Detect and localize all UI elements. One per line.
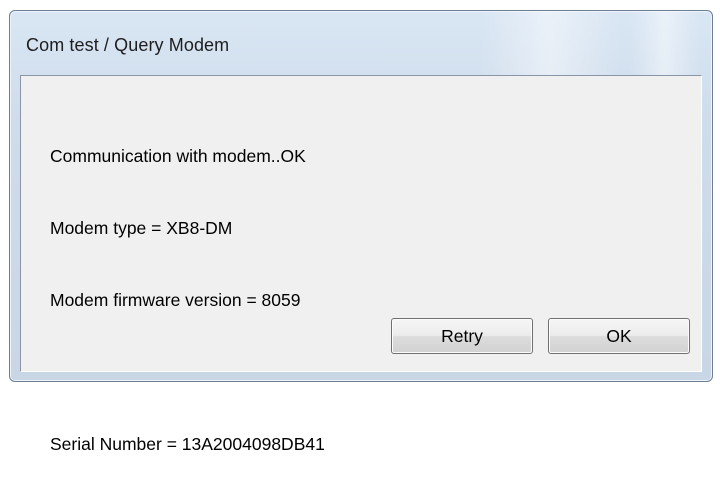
firmware-version-text: Modem firmware version = 8059	[50, 290, 301, 310]
dialog-content: Communication with modem..OK Modem type …	[20, 75, 702, 454]
title-bar-glass-reflection	[630, 11, 700, 75]
ok-button[interactable]: OK	[548, 318, 690, 354]
modem-info-text: Communication with modem..OK Modem type …	[50, 96, 325, 504]
communication-status-text: Communication with modem..OK	[50, 146, 306, 166]
modem-type-text: Modem type = XB8-DM	[50, 218, 233, 238]
retry-button[interactable]: Retry	[391, 318, 533, 354]
title-bar-glass-reflection	[480, 11, 620, 75]
query-modem-dialog: Com test / Query Modem Communication wit…	[9, 10, 713, 454]
title-bar[interactable]: Com test / Query Modem	[10, 11, 712, 75]
serial-number-text: Serial Number = 13A2004098DB41	[50, 434, 325, 454]
window-title: Com test / Query Modem	[26, 35, 230, 55]
